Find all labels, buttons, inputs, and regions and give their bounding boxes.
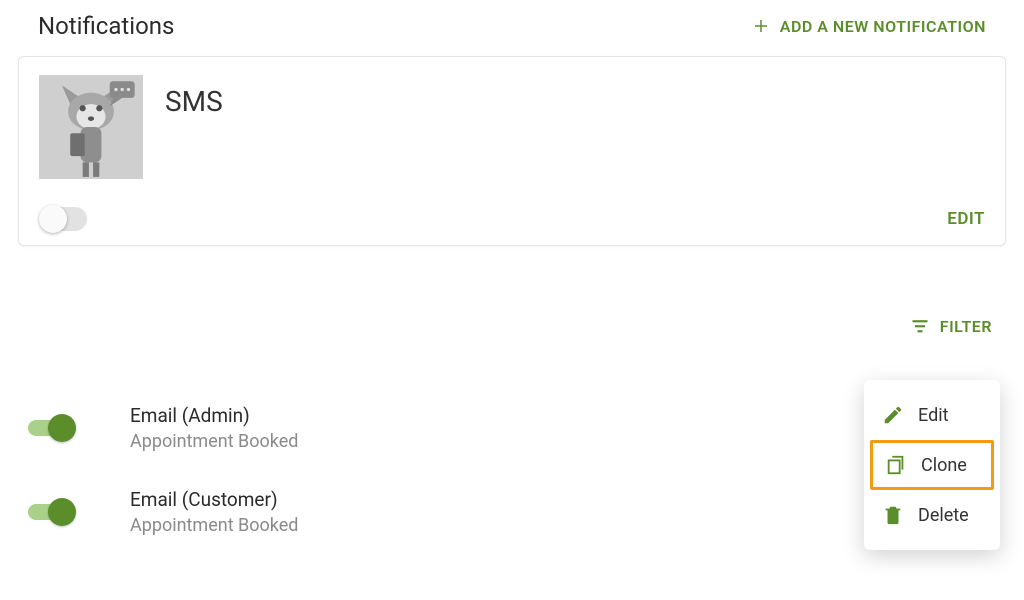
row-subtitle: Appointment Booked [130, 431, 298, 452]
toggle-knob [39, 205, 67, 233]
add-notification-button[interactable]: ADD A NEW NOTIFICATION [752, 17, 986, 36]
row-subtitle: Appointment Booked [130, 515, 298, 536]
copy-icon [885, 454, 907, 476]
notification-avatar [39, 75, 143, 179]
card-toggle[interactable] [39, 207, 87, 231]
notification-card: SMS EDIT [18, 56, 1006, 246]
menu-item-clone[interactable]: Clone [870, 440, 994, 490]
plus-icon [752, 17, 770, 35]
card-title: SMS [165, 85, 223, 118]
row-toggle[interactable] [28, 504, 72, 520]
menu-edit-label: Edit [918, 405, 948, 426]
row-title: Email (Customer) [130, 488, 298, 511]
toggle-knob [48, 498, 76, 526]
menu-delete-label: Delete [918, 505, 969, 526]
row-toggle[interactable] [28, 420, 72, 436]
menu-item-delete[interactable]: Delete [864, 490, 1000, 540]
add-notification-label: ADD A NEW NOTIFICATION [780, 17, 986, 36]
page-title: Notifications [38, 12, 174, 40]
card-edit-button[interactable]: EDIT [947, 209, 985, 229]
menu-item-edit[interactable]: Edit [864, 390, 1000, 440]
filter-button[interactable]: FILTER [910, 316, 992, 336]
trash-icon [882, 504, 904, 526]
row-title: Email (Admin) [130, 404, 298, 427]
menu-clone-label: Clone [921, 455, 967, 476]
filter-icon [910, 316, 930, 336]
context-menu: Edit Clone Delete [864, 380, 1000, 550]
toggle-knob [48, 414, 76, 442]
pencil-icon [882, 404, 904, 426]
filter-label: FILTER [940, 317, 992, 336]
